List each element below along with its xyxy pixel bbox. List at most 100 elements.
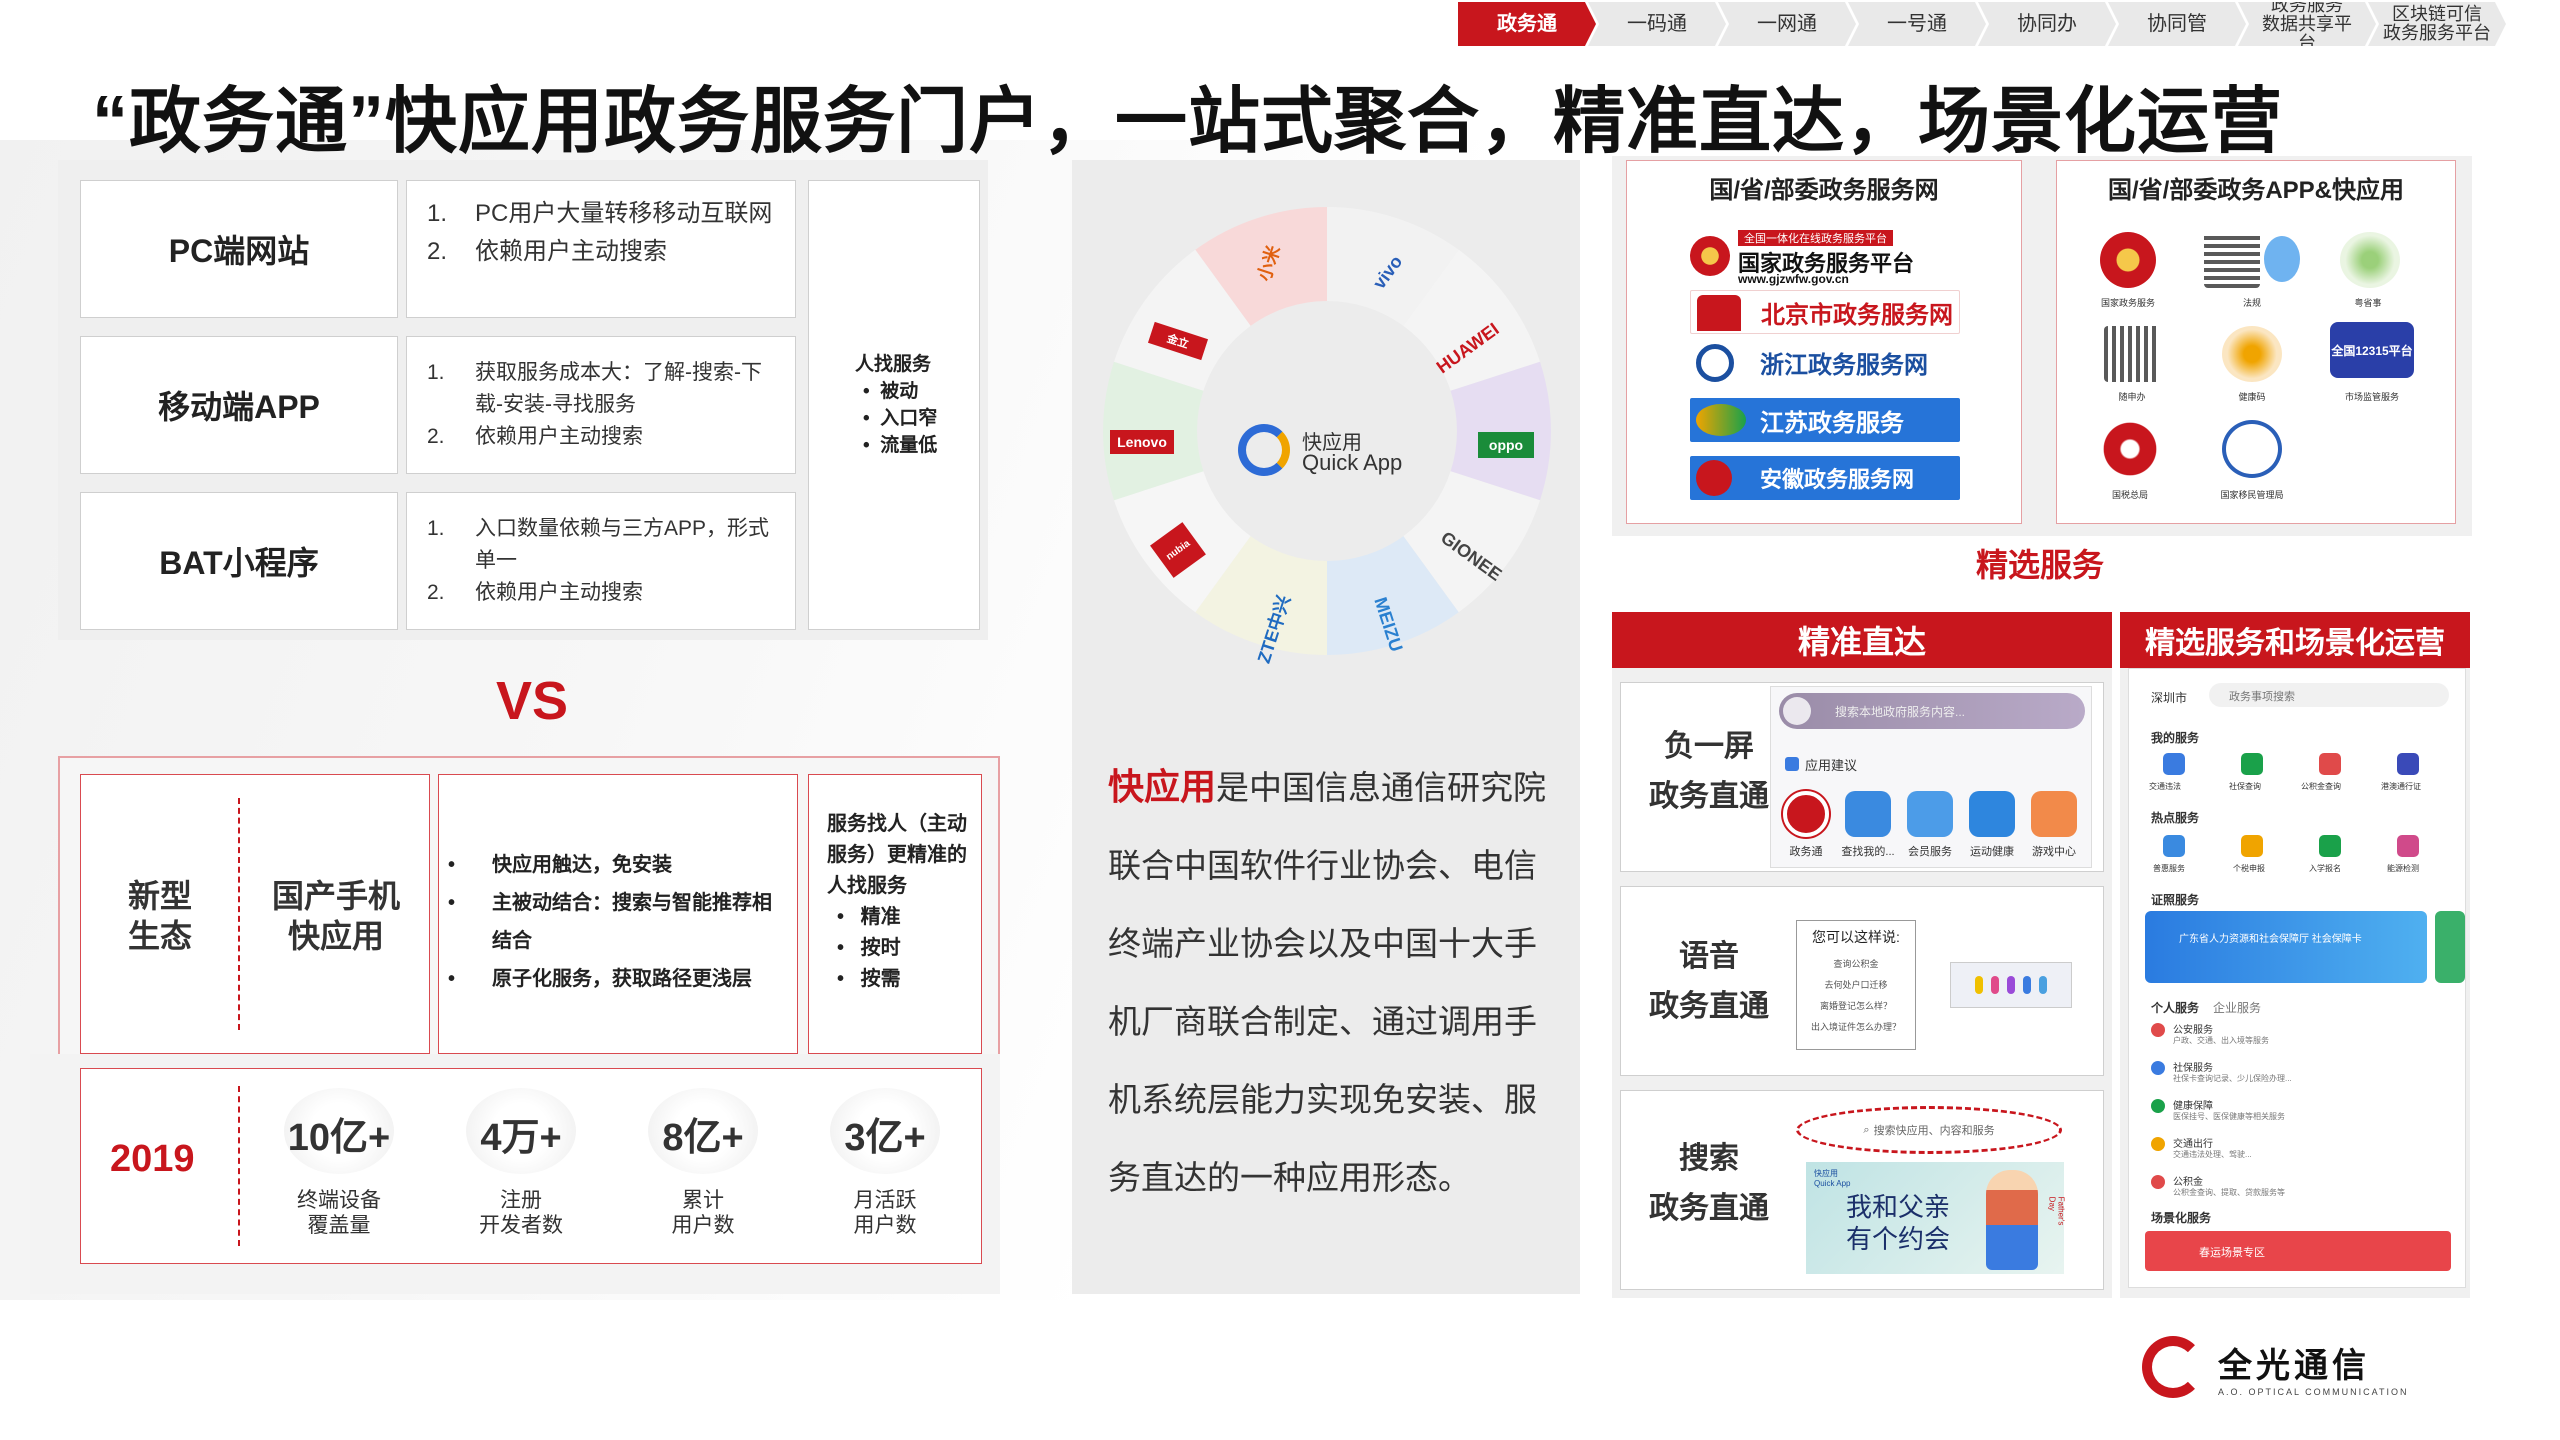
inclusive-service-icon[interactable]	[2163, 835, 2185, 857]
company-logo: 全光通信 A.O. OPTICAL COMMUNICATION	[2142, 1336, 2409, 1398]
company-name: 全光通信	[2218, 1346, 2370, 1385]
hk-macau-pass-icon[interactable]	[2397, 753, 2419, 775]
transport-icon	[2151, 1137, 2165, 1151]
member-service-icon[interactable]	[1907, 791, 1953, 837]
nav-item-blockchain[interactable]: 区块链可信 政务服务平台	[2368, 2, 2506, 46]
note-service-finds-people: 服务找人（主动服务）更精准的人找服务 • 精准 • 按时 • 按需	[808, 774, 982, 1054]
gov-logo-beijing: 北京市政务服务网	[1690, 290, 1960, 334]
stats-divider	[238, 1086, 240, 1246]
search-mock-input[interactable]: ⌕ 搜索快应用、内容和服务	[1796, 1106, 2062, 1154]
school-enroll-icon[interactable]	[2319, 835, 2341, 857]
app-label-tax: 国税总局	[2111, 490, 2148, 500]
spring-travel-button[interactable]: 春运场景专区	[2145, 1231, 2451, 1271]
phone-search[interactable]: 政务事项搜索	[2209, 683, 2449, 707]
app-label-yue: 粤省事	[2354, 298, 2382, 308]
note-people-find-service: 人找服务 • 被动 • 入口窄 • 流量低	[808, 180, 980, 630]
app-label-market: 市场监管服务	[2344, 392, 2399, 402]
tax-declare-icon[interactable]	[2241, 835, 2263, 857]
national-gov-app-icon[interactable]	[2100, 232, 2156, 288]
immigration-icon[interactable]	[2222, 420, 2282, 478]
new-eco-bullets: • 快应用触达，免安装 • 主被动结合：搜索与智能推荐相结合 • 原子化服务，获取路径…	[448, 854, 772, 990]
nav-item-yimatong[interactable]: 一码通	[1588, 2, 1726, 46]
stat-value-mau: 3亿+	[844, 1117, 926, 1159]
vs-label: VS	[496, 671, 569, 731]
nav-item-zhengwutong[interactable]: 政务通	[1458, 2, 1596, 46]
national-emblem-icon	[1690, 236, 1730, 276]
top-navigation: 政务通 一码通 一网通 一号通 协同办 协同管 政务服务 数据共享平台 区块链可…	[1458, 2, 2506, 46]
suishenban-qr-icon[interactable]	[2104, 326, 2160, 382]
page-title: “政务通”快应用政务服务门户，一站式聚合，精准直达，场景化运营	[92, 82, 2284, 162]
brand-oppo: oppo	[1478, 432, 1534, 458]
gov-12315-icon[interactable]: 全国12315平台	[2330, 322, 2414, 378]
social-card-banner[interactable]: 广东省人力资源和社会保障厅 社会保障卡	[2145, 911, 2427, 983]
nav-item-xietongban[interactable]: 协同办	[1978, 2, 2116, 46]
tab-scenario[interactable]: 精选服务和场景化运营	[2120, 612, 2470, 668]
energy-check-icon[interactable]	[2397, 835, 2419, 857]
label-new-ecosystem: 新型 生态	[127, 878, 192, 954]
zhengwutong-app-icon[interactable]	[1783, 791, 1829, 837]
gov-logo-national: 全国一体化在线政务服务平台 国家政务服务平台 www.gjzwfw.gov.cn	[1690, 226, 1960, 286]
label-minus-one-screen: 负一屏 政务直通	[1649, 730, 1769, 813]
qr-code-icon[interactable]	[2204, 232, 2260, 288]
assistant-icon[interactable]	[2264, 236, 2300, 282]
gov-logo-jiangsu: 江苏政务服务	[1690, 398, 1960, 442]
nav-item-yihaotong[interactable]: 一号通	[1848, 2, 1986, 46]
green-card-peek	[2435, 911, 2465, 983]
minus-one-screen-mock: 搜索本地政府服务内容... 应用建议 政务通 查找我的... 会员服务 运动健康…	[1770, 686, 2092, 868]
label-domestic-quick-app: 国产手机 快应用	[271, 878, 400, 954]
app-label-immigration: 国家移民管理局	[2220, 490, 2284, 500]
stat-label-users: 累计 用户数	[671, 1189, 735, 1237]
sport-health-icon[interactable]	[1969, 791, 2015, 837]
yueshengshi-icon[interactable]	[2340, 232, 2400, 288]
voice-wave-button[interactable]	[1950, 962, 2072, 1008]
jiangsu-icon	[1696, 404, 1746, 436]
divider	[238, 798, 240, 1030]
search-icon: ⌕	[1863, 1123, 1870, 1136]
housing-fund-icon[interactable]	[2319, 753, 2341, 775]
stat-label-developers: 注册 开发者数	[479, 1189, 563, 1237]
fathers-day-banner[interactable]: 快应用 Quick App 我和父亲 有个约会 Father's Day	[1806, 1162, 2065, 1274]
app-label-suishenban: 随申办	[2118, 392, 2146, 402]
stat-label-devices: 终端设备 覆盖量	[297, 1189, 381, 1237]
fund-icon	[2151, 1175, 2165, 1189]
quickapp-intro: 快应用是中国信息通信研究院联合中国软件行业协会、电信终端产业协会以及中国十大手机…	[1108, 766, 1547, 1196]
web-portals-title: 国/省/部委政务服务网	[1709, 177, 1939, 204]
voice-bubble: 您可以这样说: 查询公积金 去何处户口迁移 离婚登记怎么样？ 出入境证件怎么办理…	[1796, 920, 1916, 1050]
gov-logo-zhejiang: 浙江政务服务网	[1690, 340, 1960, 384]
brand-lenovo: Lenovo	[1110, 430, 1174, 454]
anhui-icon	[1696, 460, 1732, 496]
row-label-pc: PC端网站	[80, 180, 398, 318]
tax-bureau-icon[interactable]	[2098, 420, 2162, 478]
nav-item-xietongguan[interactable]: 协同管	[2108, 2, 2246, 46]
find-my-icon[interactable]	[1845, 791, 1891, 837]
social-security-icon[interactable]	[2241, 753, 2263, 775]
suggestion-grid-icon	[1785, 757, 1799, 771]
tab-precise-direct[interactable]: 精准直达	[1612, 612, 2112, 668]
stats-year: 2019	[110, 1138, 195, 1180]
social-icon	[2151, 1061, 2165, 1075]
label-search: 搜索 政务直通	[1649, 1142, 1769, 1225]
stat-value-devices: 10亿+	[287, 1117, 391, 1159]
nav-item-data-sharing[interactable]: 政务服务 数据共享平台	[2238, 2, 2376, 46]
app-portals-title: 国/省/部委政务APP&快应用	[2107, 177, 2404, 204]
swirl-logo-icon	[2142, 1336, 2204, 1398]
traffic-violation-icon[interactable]	[2163, 753, 2185, 775]
quickapp-logo-en: Quick App	[1302, 450, 1403, 475]
health-icon	[2151, 1099, 2165, 1113]
minus-one-search-bar[interactable]: 搜索本地政府服务内容...	[1779, 693, 2085, 729]
app-label-law: 法规	[2242, 298, 2261, 308]
phone-city[interactable]: 深圳市	[2151, 689, 2187, 706]
app-label-health: 健康码	[2238, 392, 2266, 402]
police-icon	[2151, 1023, 2165, 1037]
quickapp-logo-icon	[1238, 424, 1290, 476]
app-label-national: 国家政务服务	[2100, 298, 2155, 308]
stat-value-developers: 4万+	[480, 1117, 562, 1159]
label-voice: 语音 政务直通	[1649, 940, 1769, 1023]
nav-item-yiwangtong[interactable]: 一网通	[1718, 2, 1856, 46]
father-child-illustration	[1986, 1170, 2038, 1270]
stat-label-mau: 月活跃 用户数	[853, 1189, 917, 1237]
game-center-icon[interactable]	[2031, 791, 2077, 837]
featured-bracket	[1612, 520, 2472, 610]
health-code-icon[interactable]	[2222, 326, 2282, 382]
avatar	[1783, 697, 1811, 725]
